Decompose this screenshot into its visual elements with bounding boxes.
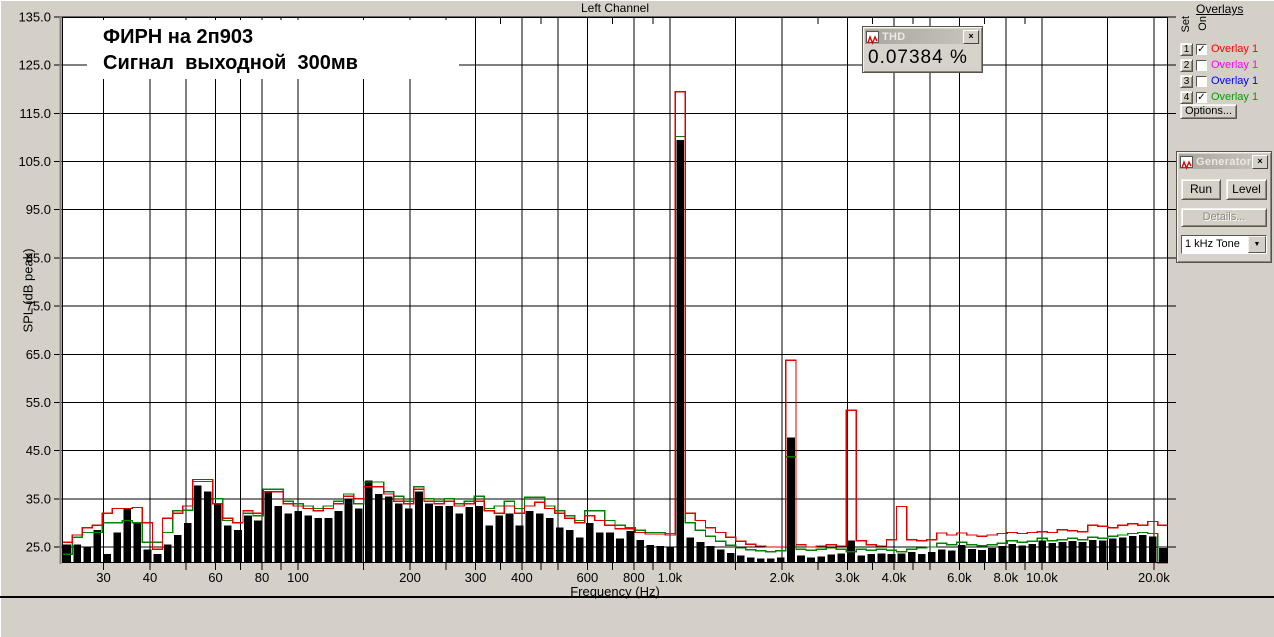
spectrum-plot: 25.035.045.055.065.075.085.095.0105.0115… [18,10,1176,585]
overlay-on-checkbox-4[interactable]: ✓ [1196,91,1207,103]
svg-text:80: 80 [255,570,269,585]
svg-text:45.0: 45.0 [26,443,51,458]
svg-text:135.0: 135.0 [18,10,51,25]
generator-run-button[interactable]: Run [1181,179,1221,200]
overlays-options-button[interactable]: Options... [1180,104,1237,119]
svg-text:10.0k: 10.0k [1026,570,1058,585]
generator-signal-select[interactable]: 1 kHz Tone ▼ [1181,235,1267,254]
bottom-border-line [0,596,1274,598]
overlay-set-button-2[interactable]: 2 [1180,58,1193,72]
generator-window-title: Generator [1196,155,1252,168]
chart-title: Left Channel [580,1,650,15]
svg-text:3.0k: 3.0k [835,570,860,585]
svg-text:300: 300 [465,570,487,585]
dropdown-arrow-icon[interactable]: ▼ [1248,236,1266,253]
overlay-label-2: Overlay 1 [1211,59,1259,71]
annotation-line-2: Сигнал выходной 300мв [103,52,358,74]
svg-text:25.0: 25.0 [26,540,51,555]
svg-text:6.0k: 6.0k [947,570,972,585]
overlay-row-1: 1 ✓ Overlay 1 [1180,41,1258,57]
overlay-set-button-3[interactable]: 3 [1180,74,1193,88]
generator-window: Generator × Run Level Details... 1 kHz T… [1176,151,1272,263]
generator-signal-value: 1 kHz Tone [1185,238,1240,250]
close-icon[interactable]: × [1252,154,1268,169]
overlay-set-button-1[interactable]: 1 [1180,42,1193,56]
svg-text:8.0k: 8.0k [994,570,1019,585]
thd-window: THD × 0.07384 % [862,26,983,73]
overlays-panel: Overlays Set On 1 ✓ Overlay 1 2 Overlay 1 3 Ov… [1179,2,1274,124]
svg-text:4.0k: 4.0k [882,570,907,585]
svg-text:60: 60 [208,570,222,585]
svg-text:400: 400 [511,570,533,585]
svg-text:2.0k: 2.0k [770,570,795,585]
overlay-on-checkbox-3[interactable] [1196,75,1207,87]
chart-annotation-box: ФИРН на 2п903 Сигнал выходной 300мв [87,20,459,79]
thd-window-title: THD [882,30,906,43]
truerta-zigzag-icon [866,30,879,45]
thd-readout-value: 0.07384 % [868,47,968,68]
overlay-row-4: 4 ✓ Overlay 1 [1180,89,1258,105]
svg-text:125.0: 125.0 [18,58,51,73]
annotation-line-1: ФИРН на 2п903 [103,26,254,48]
svg-text:600: 600 [577,570,599,585]
svg-text:200: 200 [399,570,421,585]
close-icon[interactable]: × [963,29,979,44]
svg-text:20.0k: 20.0k [1138,570,1170,585]
svg-text:35.0: 35.0 [26,491,51,506]
generator-titlebar[interactable]: Generator × [1179,154,1269,170]
overlay-label-1: Overlay 1 [1211,43,1259,55]
svg-text:30: 30 [96,570,110,585]
overlay-row-3: 3 Overlay 1 [1180,73,1258,89]
svg-text:1.0k: 1.0k [658,570,683,585]
overlays-set-column-label: Set [1180,16,1192,33]
svg-text:40: 40 [143,570,157,585]
y-axis-title: SPL (dB peak) [20,248,36,333]
svg-text:800: 800 [623,570,645,585]
overlay-on-checkbox-2[interactable] [1196,59,1207,71]
overlay-rows: 1 ✓ Overlay 1 2 Overlay 1 3 Overlay 1 4 ✓ Overlay… [1180,41,1258,105]
generator-level-button[interactable]: Level [1226,179,1267,200]
svg-text:115.0: 115.0 [19,106,51,121]
generator-body: Run Level Details... 1 kHz Tone ▼ [1177,171,1271,254]
generator-details-button: Details... [1181,208,1267,227]
overlay-label-4: Overlay 1 [1211,91,1259,103]
thd-titlebar[interactable]: THD × [865,29,980,45]
overlays-heading: Overlays [1196,2,1244,16]
overlay-on-checkbox-1[interactable]: ✓ [1196,43,1207,55]
truerta-zigzag-icon [1180,155,1193,170]
truerta-app-window: 25.0 35.0 45.0 55.0 65.0 75.0 85.0 95.0 105.0 115… [0,0,1274,637]
overlay-label-3: Overlay 1 [1211,75,1259,87]
overlays-on-column-label: On [1197,16,1209,31]
overlay-row-2: 2 Overlay 1 [1180,57,1258,73]
svg-text:100: 100 [287,570,309,585]
overlay-set-button-4[interactable]: 4 [1180,90,1193,104]
